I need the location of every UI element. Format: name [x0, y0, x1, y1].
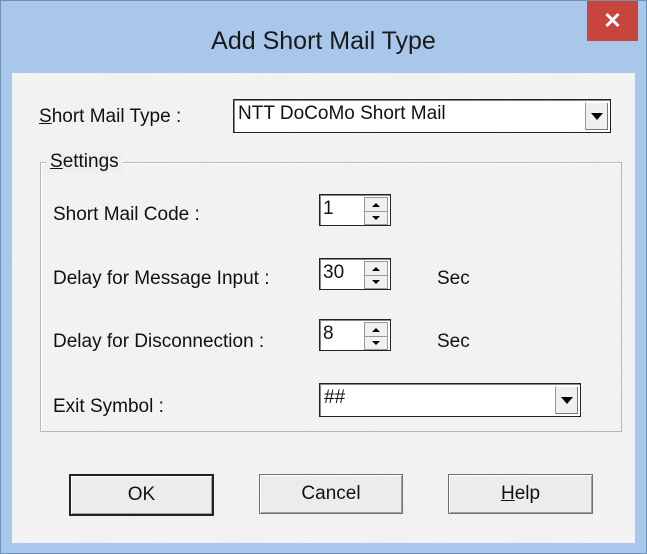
- delay-message-input-label: Delay for Message Input :: [53, 268, 270, 289]
- spin-down-button[interactable]: [365, 275, 387, 288]
- spin-down-button[interactable]: [365, 336, 387, 349]
- chevron-down-icon: [591, 113, 603, 120]
- short-mail-type-dropdown-button[interactable]: [585, 102, 608, 130]
- spin-up-button[interactable]: [365, 323, 387, 337]
- delay-message-input-spin-buttons: [364, 261, 388, 289]
- chevron-down-icon: [561, 397, 573, 404]
- arrow-down-icon: [372, 279, 380, 284]
- delay-message-input-unit: Sec: [437, 268, 470, 289]
- delay-disconnection-unit: Sec: [437, 331, 470, 352]
- short-mail-code-spin-buttons: [364, 197, 388, 225]
- delay-disconnection-spinbox[interactable]: 8: [319, 319, 391, 351]
- title-bar[interactable]: Add Short Mail Type ✕: [1, 1, 646, 73]
- help-button[interactable]: Help: [448, 474, 593, 514]
- arrow-up-icon: [372, 266, 380, 271]
- settings-group-label: Settings: [46, 151, 123, 173]
- spin-up-button[interactable]: [365, 198, 387, 212]
- ok-button[interactable]: OK: [69, 474, 214, 516]
- short-mail-code-value: 1: [323, 198, 334, 219]
- delay-disconnection-label: Delay for Disconnection :: [53, 331, 265, 352]
- exit-symbol-value: ##: [324, 387, 346, 408]
- exit-symbol-dropdown-button[interactable]: [555, 386, 578, 414]
- short-mail-type-value: NTT DoCoMo Short Mail: [238, 103, 446, 124]
- arrow-up-icon: [372, 327, 380, 332]
- exit-symbol-combobox[interactable]: ##: [319, 383, 581, 417]
- dialog-title: Add Short Mail Type: [211, 27, 436, 55]
- exit-symbol-label: Exit Symbol :: [53, 396, 164, 417]
- cancel-button[interactable]: Cancel: [259, 474, 403, 514]
- dialog-client-area: Short Mail Type : NTT DoCoMo Short Mail …: [12, 73, 635, 543]
- short-mail-type-combobox[interactable]: NTT DoCoMo Short Mail: [233, 99, 611, 133]
- spin-up-button[interactable]: [365, 262, 387, 276]
- short-mail-code-label: Short Mail Code :: [53, 204, 200, 225]
- short-mail-type-label: Short Mail Type :: [39, 106, 182, 127]
- short-mail-code-spinbox[interactable]: 1: [319, 194, 391, 226]
- delay-disconnection-spin-buttons: [364, 322, 388, 350]
- arrow-down-icon: [372, 215, 380, 220]
- spin-down-button[interactable]: [365, 211, 387, 224]
- close-button[interactable]: ✕: [587, 1, 638, 41]
- delay-message-input-value: 30: [323, 262, 345, 283]
- delay-message-input-spinbox[interactable]: 30: [319, 258, 391, 290]
- delay-disconnection-value: 8: [323, 323, 334, 344]
- arrow-down-icon: [372, 340, 380, 345]
- dialog-window: Add Short Mail Type ✕ Short Mail Type : …: [0, 0, 647, 554]
- close-icon: ✕: [603, 8, 622, 33]
- arrow-up-icon: [372, 202, 380, 207]
